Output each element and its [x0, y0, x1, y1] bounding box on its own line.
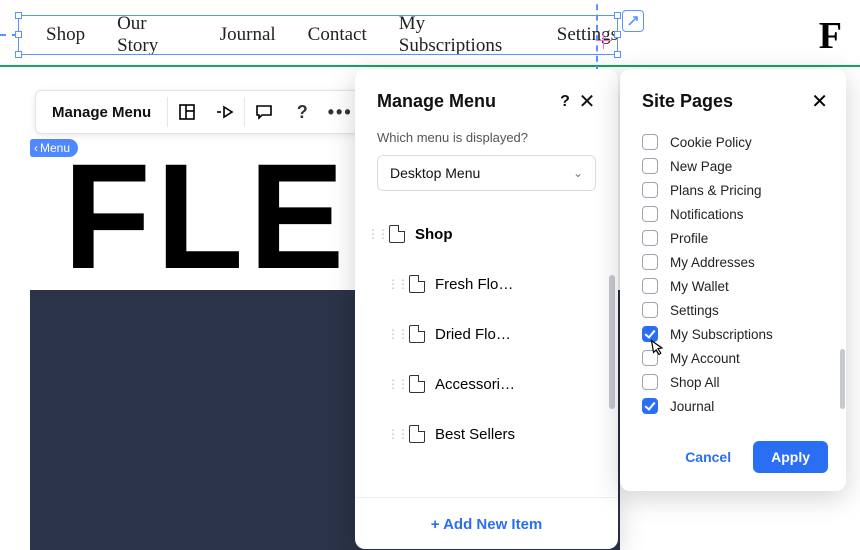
- page-option-row[interactable]: Profile: [642, 226, 828, 250]
- resize-handle[interactable]: [614, 12, 621, 19]
- drag-handle-icon[interactable]: ⋮⋮: [387, 277, 399, 291]
- manage-menu-panel: Manage Menu ? ✕ Which menu is displayed?…: [355, 69, 618, 549]
- page-option-label: Journal: [670, 399, 714, 414]
- page-option-label: New Page: [670, 159, 732, 174]
- menu-item-row[interactable]: ⋮⋮ Best Sellers: [363, 409, 614, 459]
- panel-title: Manage Menu: [377, 91, 554, 112]
- page-option-label: Notifications: [670, 207, 744, 222]
- page-option-label: My Subscriptions: [670, 327, 773, 342]
- site-pages-panel: Site Pages ✕ Cookie Policy New Page Plan…: [620, 69, 846, 491]
- checkbox[interactable]: [642, 134, 658, 150]
- checkbox[interactable]: [642, 398, 658, 414]
- site-logo: F: [819, 14, 842, 58]
- resize-handle[interactable]: [614, 31, 621, 38]
- page-option-row[interactable]: Settings: [642, 298, 828, 322]
- apply-button[interactable]: Apply: [753, 441, 828, 473]
- resize-handle[interactable]: [15, 12, 22, 19]
- page-icon: [409, 275, 425, 293]
- manage-menu-button[interactable]: Manage Menu: [36, 104, 167, 121]
- menu-item-label: Shop: [415, 226, 453, 243]
- checkbox[interactable]: [642, 278, 658, 294]
- page-option-label: My Addresses: [670, 255, 755, 270]
- selection-frame[interactable]: [18, 15, 618, 55]
- drag-handle-icon[interactable]: ⋮⋮: [367, 227, 379, 241]
- checkbox[interactable]: [642, 158, 658, 174]
- drag-handle-icon[interactable]: ⋮⋮: [387, 427, 399, 441]
- menu-item-label: Best Sellers: [435, 426, 515, 443]
- more-icon[interactable]: •••: [321, 90, 359, 134]
- site-pages-list: Cookie Policy New Page Plans & Pricing N…: [620, 128, 846, 427]
- drag-handle-icon[interactable]: ⋮⋮: [387, 327, 399, 341]
- scrollbar-thumb[interactable]: [840, 349, 845, 409]
- add-new-item-button[interactable]: + Add New Item: [355, 497, 618, 549]
- page-option-row[interactable]: My Account: [642, 346, 828, 370]
- panel-title: Site Pages: [642, 91, 811, 112]
- panel-help-icon[interactable]: ?: [554, 93, 576, 111]
- page-option-row[interactable]: Cookie Policy: [642, 130, 828, 154]
- stretch-toggle[interactable]: [622, 10, 644, 32]
- expand-arrow-icon: [626, 14, 640, 28]
- comment-icon[interactable]: [245, 90, 283, 134]
- menu-item-label: Fresh Flo…: [435, 276, 513, 293]
- page-option-row[interactable]: Journal: [642, 394, 828, 418]
- menu-item-label: Dried Flo…: [435, 326, 511, 343]
- floating-toolbar: Manage Menu ? •••: [35, 90, 360, 134]
- menu-item-label: Accessori…: [435, 376, 515, 393]
- page-option-row[interactable]: My Wallet: [642, 274, 828, 298]
- menu-item-row[interactable]: ⋮⋮ Shop: [363, 209, 614, 259]
- element-label-menu[interactable]: ‹ Menu: [30, 139, 78, 157]
- page-option-row[interactable]: Notifications: [642, 202, 828, 226]
- cursor-pointer-icon: [645, 337, 667, 362]
- page-option-label: Cookie Policy: [670, 135, 752, 150]
- menu-select-dropdown[interactable]: Desktop Menu ⌄: [377, 155, 596, 191]
- page-option-label: Plans & Pricing: [670, 183, 762, 198]
- layout-icon[interactable]: [168, 90, 206, 134]
- cancel-button[interactable]: Cancel: [673, 441, 743, 473]
- page-option-row[interactable]: My Subscriptions: [642, 322, 828, 346]
- element-label-text: Menu: [40, 141, 70, 155]
- help-icon[interactable]: ?: [283, 90, 321, 134]
- checkbox[interactable]: [642, 182, 658, 198]
- menu-select-value: Desktop Menu: [390, 165, 480, 181]
- page-icon: [409, 425, 425, 443]
- checkbox[interactable]: [642, 374, 658, 390]
- menu-item-row[interactable]: ⋮⋮ Fresh Flo…: [363, 259, 614, 309]
- chevron-left-icon: ‹: [34, 141, 38, 155]
- page-option-row[interactable]: Shop All: [642, 370, 828, 394]
- menu-item-row[interactable]: ⋮⋮ Dried Flo…: [363, 309, 614, 359]
- page-icon: [389, 225, 405, 243]
- resize-handle[interactable]: [15, 31, 22, 38]
- resize-handle[interactable]: [614, 51, 621, 58]
- page-option-row[interactable]: Plans & Pricing: [642, 178, 828, 202]
- page-option-row[interactable]: My Addresses: [642, 250, 828, 274]
- close-icon[interactable]: ✕: [576, 89, 598, 114]
- page-option-row[interactable]: New Page: [642, 154, 828, 178]
- page-option-label: My Wallet: [670, 279, 729, 294]
- page-option-label: Shop All: [670, 375, 720, 390]
- page-option-label: My Account: [670, 351, 740, 366]
- drag-handle-icon[interactable]: ⋮⋮: [387, 377, 399, 391]
- menu-item-row[interactable]: ⋮⋮ Accessori…: [363, 359, 614, 409]
- animation-icon[interactable]: [206, 90, 244, 134]
- chevron-down-icon: ⌄: [573, 166, 583, 180]
- close-icon[interactable]: ✕: [811, 89, 828, 114]
- checkbox[interactable]: [642, 302, 658, 318]
- page-icon: [409, 325, 425, 343]
- menu-select-label: Which menu is displayed?: [355, 126, 618, 155]
- background-heading: FLE: [64, 130, 350, 303]
- page-option-label: Profile: [670, 231, 708, 246]
- checkbox[interactable]: [642, 206, 658, 222]
- resize-handle[interactable]: [15, 51, 22, 58]
- menu-items-list: ⋮⋮ Shop ⋮⋮ Fresh Flo… ⋮⋮ Dried Flo… ⋮⋮ A…: [355, 203, 618, 497]
- page-option-label: Settings: [670, 303, 719, 318]
- checkbox[interactable]: [642, 230, 658, 246]
- checkbox[interactable]: [642, 254, 658, 270]
- page-icon: [409, 375, 425, 393]
- scrollbar-thumb[interactable]: [609, 275, 615, 409]
